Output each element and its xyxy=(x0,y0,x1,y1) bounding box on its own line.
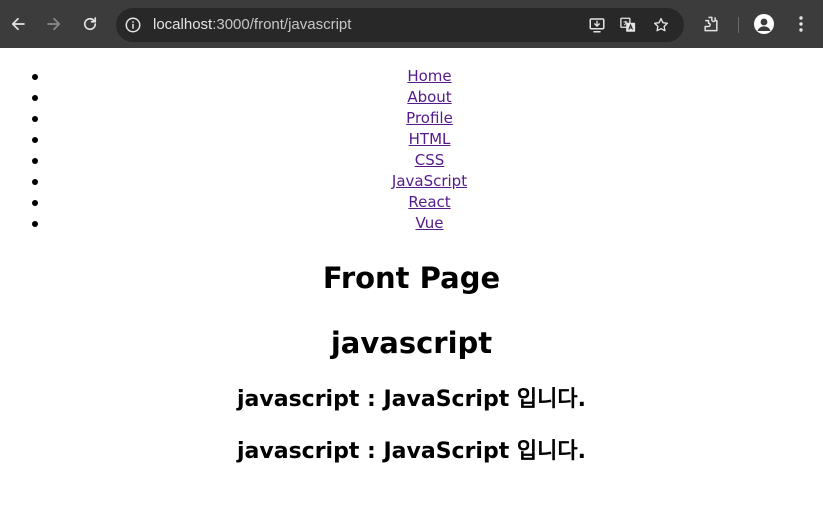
extensions-icon[interactable] xyxy=(701,14,721,34)
nav-item-home: Home xyxy=(0,66,823,87)
page-title: Front Page xyxy=(322,261,501,295)
nav-item-about: About xyxy=(0,87,823,108)
url-path: :3000/front/javascript xyxy=(212,16,352,33)
toolbar-separator xyxy=(738,17,739,33)
browser-toolbar: localhost:3000/front/javascript xyxy=(0,0,823,48)
url-text[interactable]: localhost:3000/front/javascript xyxy=(153,15,351,35)
bullet xyxy=(32,199,38,206)
nav-item-html: HTML xyxy=(0,129,823,150)
bullet xyxy=(32,157,38,164)
bullet xyxy=(32,136,38,143)
nav-link-profile[interactable]: Profile xyxy=(406,109,453,127)
nav-item-vue: Vue xyxy=(0,213,823,234)
nav-item-javascript: JavaScript xyxy=(0,171,823,192)
info-icon[interactable] xyxy=(124,16,142,34)
nav-item-profile: Profile xyxy=(0,108,823,129)
back-icon[interactable] xyxy=(6,12,30,36)
nav-list: Home About Profile HTML CSS JavaScript R… xyxy=(0,66,823,234)
reload-icon[interactable] xyxy=(78,12,102,36)
nav-link-vue[interactable]: Vue xyxy=(416,214,444,232)
translate-icon[interactable] xyxy=(619,16,637,34)
topic-heading: javascript xyxy=(330,326,493,360)
bullet xyxy=(32,73,38,80)
address-bar[interactable]: localhost:3000/front/javascript xyxy=(116,8,684,42)
nav-link-html[interactable]: HTML xyxy=(409,130,451,148)
install-icon[interactable] xyxy=(588,16,606,34)
topic-description: javascript : JavaScript 입니다. xyxy=(237,387,586,412)
star-icon[interactable] xyxy=(652,16,670,34)
nav-item-react: React xyxy=(0,192,823,213)
nav-link-home[interactable]: Home xyxy=(407,67,451,85)
bullet xyxy=(32,220,38,227)
page-content: Home About Profile HTML CSS JavaScript R… xyxy=(0,48,823,526)
nav-item-css: CSS xyxy=(0,150,823,171)
topic-description: javascript : JavaScript 입니다. xyxy=(237,439,586,464)
nav-link-react[interactable]: React xyxy=(408,193,450,211)
forward-icon[interactable] xyxy=(42,12,66,36)
profile-icon[interactable] xyxy=(754,14,774,34)
url-host: localhost xyxy=(153,16,213,33)
bullet xyxy=(32,94,38,101)
nav-link-about[interactable]: About xyxy=(407,88,451,106)
menu-icon[interactable] xyxy=(791,14,811,34)
nav-link-javascript[interactable]: JavaScript xyxy=(392,172,467,190)
bullet xyxy=(32,115,38,122)
nav-link-css[interactable]: CSS xyxy=(415,151,445,169)
bullet xyxy=(32,178,38,185)
